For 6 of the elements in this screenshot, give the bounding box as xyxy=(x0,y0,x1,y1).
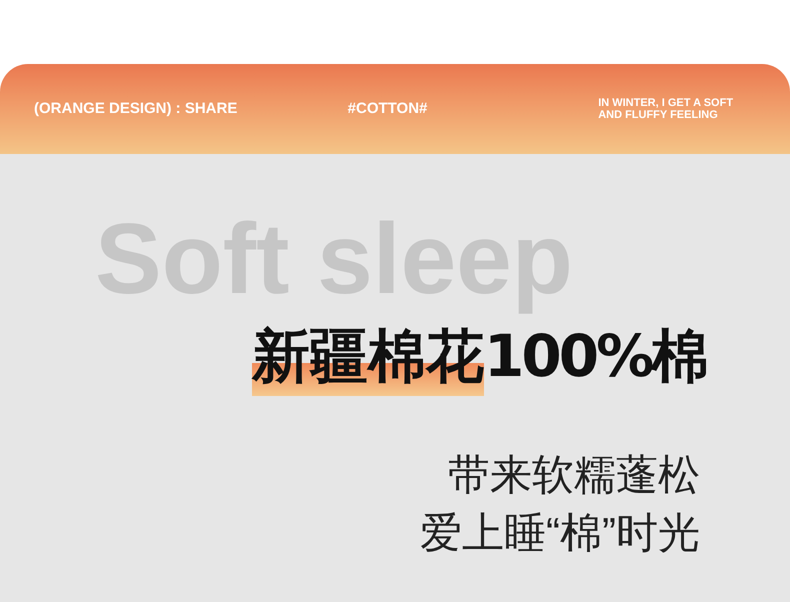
tagline-text: 带来软糯蓬松 xyxy=(448,450,700,500)
tagline-text: 爱上睡“棉”时光 xyxy=(420,508,700,558)
header-text: IN WINTER, I GET A SOFT AND FLUFFY FEELING xyxy=(598,97,734,121)
headline-text: 100%棉 xyxy=(484,321,706,392)
header-text: #COTTON# xyxy=(348,98,428,119)
header-text: (ORANGE DESIGN) : SHARE xyxy=(34,98,238,119)
